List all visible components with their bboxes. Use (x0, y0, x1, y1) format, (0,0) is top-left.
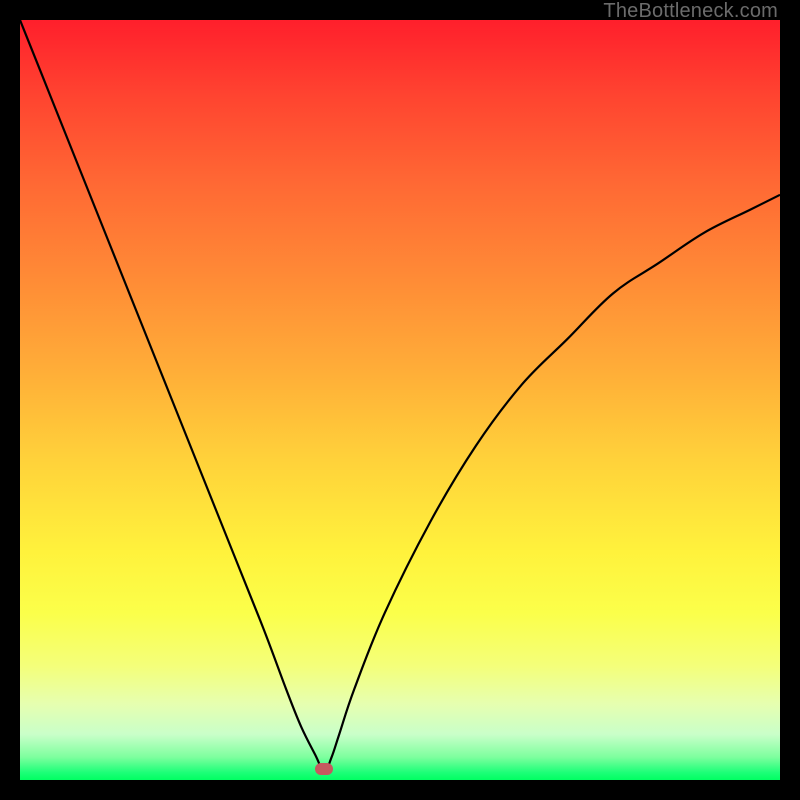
chart-frame: TheBottleneck.com (0, 0, 800, 800)
plot-area (20, 20, 780, 780)
watermark-text: TheBottleneck.com (603, 0, 778, 23)
curve-svg (20, 20, 780, 780)
optimal-point-marker (315, 763, 333, 775)
bottleneck-curve (20, 20, 780, 772)
